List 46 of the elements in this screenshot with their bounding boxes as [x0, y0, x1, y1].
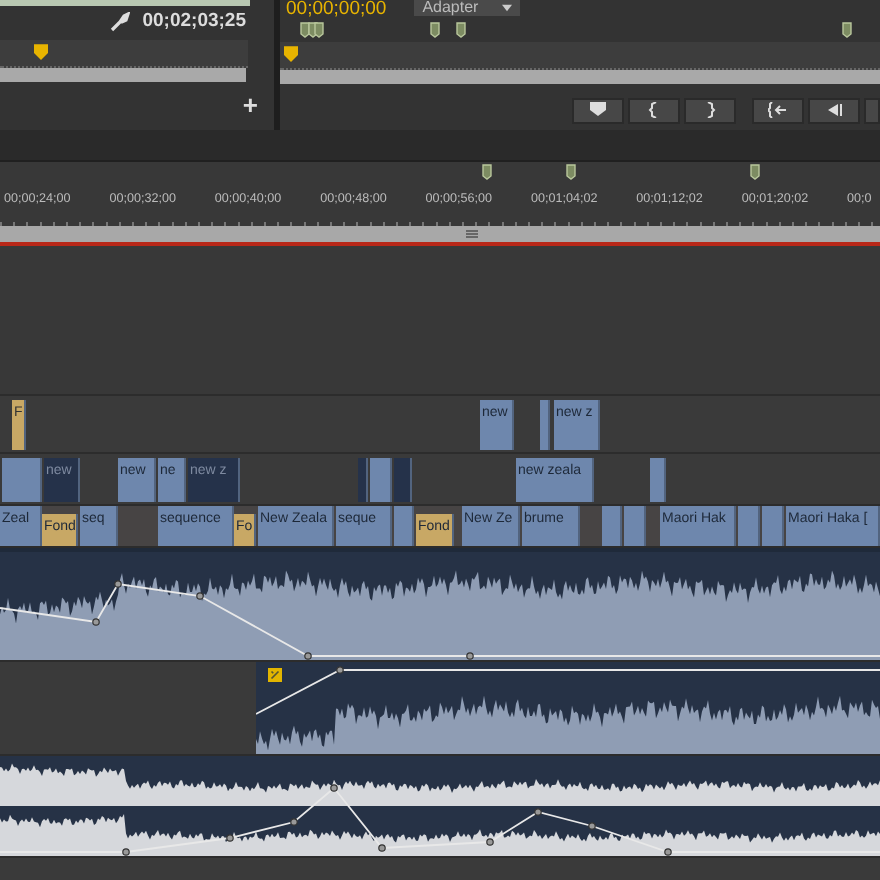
- playhead-icon[interactable]: [34, 44, 48, 60]
- waveform-drawing[interactable]: [0, 552, 880, 660]
- time-ruler[interactable]: [0, 40, 248, 68]
- fx-icon[interactable]: [268, 668, 282, 682]
- marker-icon[interactable]: [482, 164, 492, 180]
- marker-icon[interactable]: [566, 164, 576, 180]
- clip[interactable]: [358, 458, 368, 502]
- time-ruler[interactable]: [0, 210, 880, 226]
- mark-out-button[interactable]: [684, 97, 736, 123]
- clip[interactable]: [394, 506, 414, 546]
- playhead-icon[interactable]: [284, 46, 298, 62]
- go-to-in-icon: [768, 102, 788, 118]
- add-button[interactable]: +: [238, 94, 262, 118]
- clip[interactable]: [2, 458, 42, 502]
- bracket-icon: [646, 102, 662, 118]
- marker-icon[interactable]: [314, 22, 324, 38]
- go-to-in-button[interactable]: [752, 97, 804, 123]
- marker-icon[interactable]: [750, 164, 760, 180]
- waveform-drawing[interactable]: [256, 662, 880, 754]
- zoom-scrollbar[interactable]: [0, 226, 880, 242]
- clip[interactable]: [624, 506, 646, 546]
- dropdown[interactable]: Adapter: [414, 0, 521, 16]
- bracket-icon: [702, 102, 718, 118]
- marker-button[interactable]: [572, 97, 624, 123]
- timecode[interactable]: 00;02;03;25: [142, 10, 246, 32]
- zoom-scrollbar[interactable]: [280, 70, 880, 84]
- timecode[interactable]: 00;00;00;00: [286, 0, 387, 20]
- clip[interactable]: [762, 506, 784, 546]
- clip[interactable]: [370, 458, 392, 502]
- clip[interactable]: [738, 506, 760, 546]
- clip[interactable]: [394, 458, 412, 502]
- caret-icon: [502, 4, 513, 12]
- marker-icon[interactable]: [300, 22, 310, 38]
- clip[interactable]: [602, 506, 622, 546]
- marker-icon[interactable]: [456, 22, 466, 38]
- marker-icon: [590, 102, 606, 118]
- grip-icon[interactable]: [466, 230, 478, 238]
- zoom-scrollbar[interactable]: [0, 68, 246, 82]
- step-back-button[interactable]: [808, 97, 860, 123]
- marker-icon[interactable]: [842, 22, 852, 38]
- marker-icon[interactable]: [430, 22, 440, 38]
- waveform-drawing[interactable]: [0, 756, 880, 856]
- step-back-icon: [826, 102, 842, 118]
- clip[interactable]: [540, 400, 550, 450]
- mark-in-button[interactable]: [628, 97, 680, 123]
- clip[interactable]: [650, 458, 666, 502]
